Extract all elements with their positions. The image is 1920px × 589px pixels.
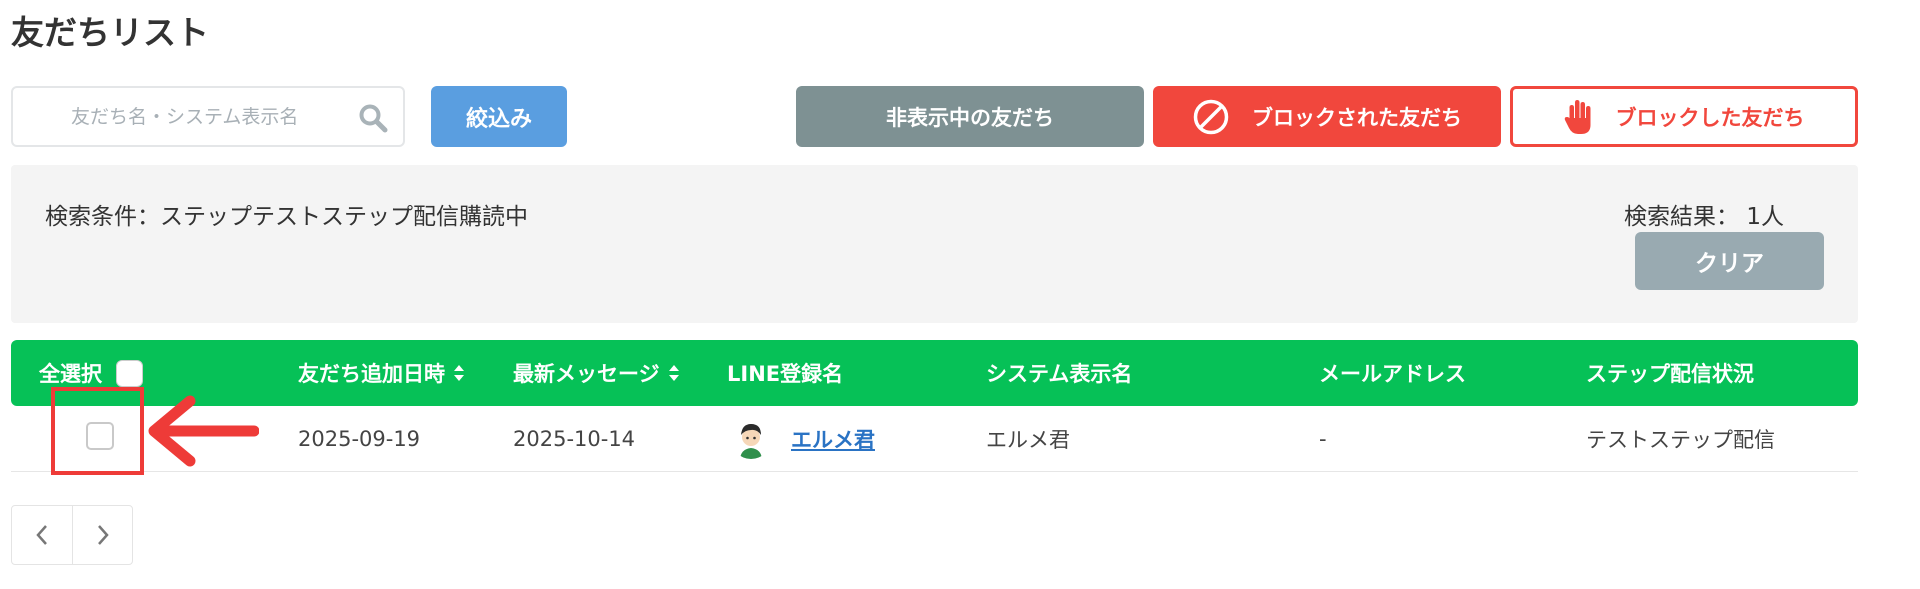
next-page-button[interactable] (72, 506, 132, 564)
email-cell: - (1319, 427, 1327, 451)
email-header: メールアドレス (1319, 362, 1466, 386)
search-conditions-panel: 検索条件：ステップテストステップ配信購読中 検索結果： 1人 (11, 165, 1858, 323)
hidden-friends-button-label: 非表示中の友だち (886, 105, 1054, 130)
latest-message-header-label: 最新メッセージ (513, 362, 660, 386)
search-result-count: 検索結果： 1人 (1624, 204, 1784, 230)
sort-icon[interactable] (668, 364, 680, 382)
clear-button-label: クリア (1695, 251, 1764, 277)
prohibited-icon (1192, 98, 1230, 136)
system-name-header: システム表示名 (986, 362, 1133, 386)
blocked-friends-button[interactable]: ブロックした友だち (1510, 86, 1858, 147)
search-box (11, 86, 405, 147)
chevron-right-icon (97, 525, 109, 545)
select-all-checkbox[interactable] (116, 359, 143, 387)
annotation-arrow-icon (148, 395, 259, 467)
filter-button-label: 絞込み (465, 106, 532, 132)
step-status-header: ステップ配信状況 (1586, 362, 1754, 386)
blocked-friends-button-label: ブロックした友だち (1615, 105, 1805, 130)
hand-icon (1564, 98, 1594, 136)
clear-button[interactable]: クリア (1635, 232, 1824, 290)
blocked-by-friends-button-label: ブロックされた友だち (1252, 105, 1462, 130)
friend-name-link[interactable]: エルメ君 (791, 424, 875, 454)
page-title: 友だちリスト (11, 13, 209, 52)
added-date-header[interactable]: 友だち追加日時 (298, 340, 465, 406)
system-name-cell: エルメ君 (986, 428, 1070, 452)
line-name-cell: エルメ君 (731, 406, 875, 472)
filter-button[interactable]: 絞込み (431, 86, 567, 147)
line-name-header: LINE登録名 (727, 362, 844, 386)
hidden-friends-button[interactable]: 非表示中の友だち (796, 86, 1144, 147)
search-input[interactable] (13, 88, 403, 145)
sort-icon[interactable] (453, 364, 465, 382)
added-date-header-label: 友だち追加日時 (298, 362, 445, 386)
search-conditions-text: 検索条件：ステップテストステップ配信購読中 (45, 204, 528, 230)
step-status-cell: テストステップ配信 (1586, 428, 1775, 452)
search-icon[interactable] (357, 102, 389, 134)
annotation-highlight-box (51, 387, 144, 475)
select-all-label: 全選択 (39, 362, 102, 386)
avatar (731, 419, 771, 459)
table-row: 2025-09-19 2025-10-14 エルメ君 エルメ君 - テストステッ… (11, 406, 1858, 472)
table-header: 全選択 友だち追加日時 最新メッセージ LINE登録名 システム表示名 メールア… (11, 340, 1858, 406)
added-date-cell: 2025-09-19 (298, 427, 421, 451)
pagination (11, 505, 133, 565)
chevron-left-icon (36, 525, 47, 545)
blocked-by-friends-button[interactable]: ブロックされた友だち (1153, 86, 1501, 147)
prev-page-button[interactable] (12, 506, 72, 564)
latest-message-cell: 2025-10-14 (513, 427, 636, 451)
latest-message-header[interactable]: 最新メッセージ (513, 340, 680, 406)
